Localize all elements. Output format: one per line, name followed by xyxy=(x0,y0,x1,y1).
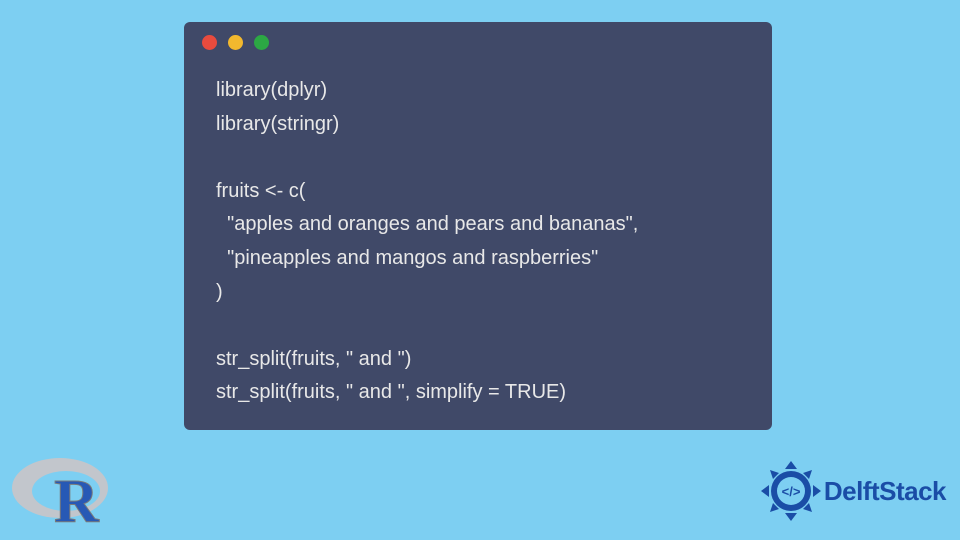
close-icon xyxy=(202,35,217,50)
code-content: library(dplyr) library(stringr) fruits <… xyxy=(184,62,772,434)
maximize-icon xyxy=(254,35,269,50)
minimize-icon xyxy=(228,35,243,50)
brand-name: DelftStack xyxy=(824,476,946,507)
r-logo: R xyxy=(10,450,120,530)
delftstack-logo: </> DelftStack xyxy=(760,460,946,522)
svg-text:</>: </> xyxy=(781,484,800,499)
svg-text:R: R xyxy=(54,468,100,530)
code-window: library(dplyr) library(stringr) fruits <… xyxy=(184,22,772,430)
gear-icon: </> xyxy=(760,460,822,522)
window-title-bar xyxy=(184,22,772,62)
